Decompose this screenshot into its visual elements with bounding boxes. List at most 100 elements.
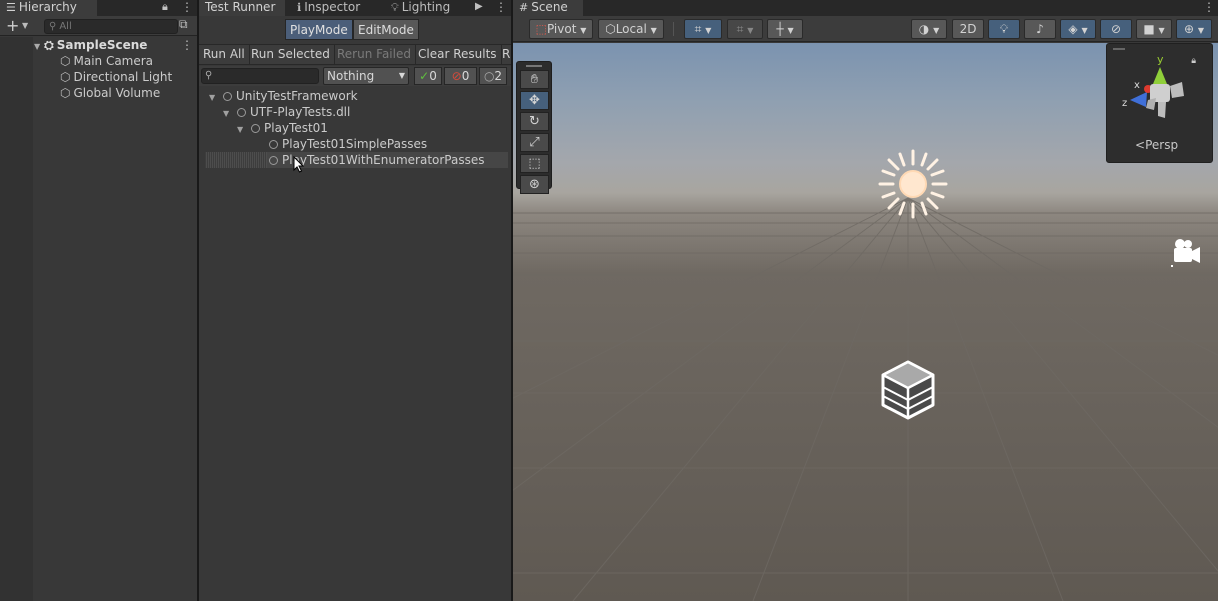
test-search-input[interactable]: ⚲	[201, 68, 319, 84]
camera-icon: ■	[1143, 22, 1154, 36]
playmode-toggle[interactable]: PlayMode	[285, 19, 353, 40]
effects-dropdown[interactable]: ◈ ▼	[1060, 19, 1096, 39]
move-tool-button[interactable]: ✥	[520, 91, 549, 110]
rect-icon: ⬚	[528, 156, 540, 171]
search-input[interactable]: ⚲All	[44, 19, 178, 34]
chevron-down-icon: ▼	[399, 68, 405, 84]
failed-filter-toggle[interactable]: ⊘0	[444, 67, 477, 85]
expand-arrow-icon[interactable]: ▼	[223, 106, 237, 122]
row-stripe	[205, 152, 267, 168]
tab-scene[interactable]: #Scene	[513, 0, 583, 16]
directional-light-gizmo[interactable]	[877, 148, 949, 220]
test-node-root[interactable]: ▼UnityTestFramework	[209, 88, 358, 104]
orientation-gizmo-overlay: 🔒︎ y x z <Persp	[1106, 43, 1213, 163]
chevron-down-icon: ▼	[1081, 26, 1087, 35]
shading-mode-dropdown[interactable]: ◑ ▼	[911, 19, 947, 39]
grid-snap-button[interactable]: ⌗ ▼	[684, 19, 722, 39]
axis-y-label: y	[1157, 54, 1164, 66]
filter-toolbar: ⚲ Nothing ▼ ✓0 ⊘0 ○2	[199, 66, 511, 86]
tools-overlay: ✋︎ ✥ ↻ ⤢ ⬚ ⊛	[516, 61, 552, 189]
clear-results-button[interactable]: Clear Results	[414, 45, 502, 64]
rerun-failed-button[interactable]: Rerun Failed	[333, 45, 416, 64]
test-node-fixture[interactable]: ▼PlayTest01	[237, 120, 328, 136]
hierarchy-panel: ☰Hierarchy 🔒︎ ⋮ + ▼ ⚲All ⧉ ▼⛭SampleScene…	[0, 0, 197, 601]
add-button[interactable]: +	[6, 16, 19, 35]
hierarchy-gutter	[0, 37, 33, 601]
status-circle-icon	[251, 124, 260, 133]
ruler-button[interactable]: ┼ ▼	[767, 19, 803, 39]
snap-increment-button[interactable]: ⌗ ▼	[727, 19, 763, 39]
toolbar-separator	[673, 22, 674, 36]
run-all-button[interactable]: Run All	[199, 45, 250, 64]
search-icon: ⚲	[205, 69, 212, 83]
circle-icon: ○	[484, 69, 494, 83]
transform-tool-button[interactable]: ⊛	[520, 175, 549, 194]
chevron-down-icon: ▼	[933, 26, 939, 35]
hierarchy-item-main-camera[interactable]: ⬡Main Camera	[60, 53, 153, 69]
scene-toolbar: ⬚Pivot ▼ ⬡Local ▼ ⌗ ▼ ⌗ ▼ ┼ ▼ ◑ ▼ 2D 💡︎ …	[513, 16, 1218, 42]
overflow-button[interactable]: R	[498, 45, 511, 64]
hierarchy-item-global-volume[interactable]: ⬡Global Volume	[60, 85, 160, 101]
hierarchy-tabbar: ☰Hierarchy 🔒︎ ⋮	[0, 0, 197, 16]
local-dropdown[interactable]: ⬡Local ▼	[598, 19, 664, 39]
audio-toggle-button[interactable]: ♪	[1024, 19, 1056, 39]
kebab-menu-icon[interactable]: ⋮	[495, 0, 507, 14]
layers-icon: ◈	[1068, 22, 1077, 36]
editmode-toggle[interactable]: EditMode	[353, 19, 419, 40]
tab-test-runner[interactable]: Test Runner	[199, 0, 285, 16]
drag-handle-icon[interactable]	[1113, 48, 1125, 50]
tab-hierarchy[interactable]: ☰Hierarchy	[0, 0, 97, 16]
run-selected-button[interactable]: Run Selected	[247, 45, 335, 64]
ruler-icon: ┼	[776, 22, 783, 36]
kebab-menu-icon[interactable]: ⋮	[1203, 0, 1215, 14]
mouse-cursor-icon	[293, 156, 305, 174]
toggle-2d-button[interactable]: 2D	[952, 19, 984, 39]
chevron-down-icon[interactable]: ▼	[22, 21, 28, 30]
chevron-down-icon: ▼	[1198, 26, 1204, 35]
tab-inspector[interactable]: ℹInspector	[291, 0, 366, 16]
play-arrow-icon[interactable]: ▶	[475, 1, 483, 12]
test-tree: ▼UnityTestFramework ▼UTF-PlayTests.dll ▼…	[199, 88, 511, 601]
test-node-assembly[interactable]: ▼UTF-PlayTests.dll	[223, 104, 350, 120]
expand-arrow-icon[interactable]: ▼	[34, 42, 40, 51]
rect-tool-button[interactable]: ⬚	[520, 154, 549, 173]
hierarchy-item-directional-light[interactable]: ⬡Directional Light	[60, 69, 172, 85]
hand-tool-button[interactable]: ✋︎	[520, 70, 549, 89]
passed-filter-toggle[interactable]: ✓0	[414, 67, 442, 85]
drag-handle-icon[interactable]	[526, 65, 542, 67]
info-icon: ℹ	[297, 0, 301, 15]
pivot-dropdown[interactable]: ⬚Pivot ▼	[529, 19, 593, 39]
visibility-toggle-button[interactable]: ⊘	[1100, 19, 1132, 39]
kebab-menu-icon[interactable]: ⋮	[181, 0, 193, 14]
perspective-icon: <	[1135, 138, 1145, 152]
scene-visibility-icon[interactable]: ⧉	[179, 17, 188, 32]
perspective-label[interactable]: <Persp	[1135, 138, 1178, 152]
camera-dropdown[interactable]: ■ ▼	[1136, 19, 1172, 39]
pivot-icon: ⬚	[536, 22, 547, 36]
scale-tool-button[interactable]: ⤢	[520, 133, 549, 152]
axis-gizmo[interactable]: y x z	[1120, 54, 1200, 129]
fail-circle-icon: ⊘	[452, 69, 462, 83]
gameobject-cube-icon: ⬡	[60, 54, 70, 68]
scene-root-item[interactable]: ▼⛭SampleScene	[34, 37, 147, 53]
expand-arrow-icon[interactable]: ▼	[237, 122, 251, 138]
hierarchy-toolbar: + ▼ ⚲All ⧉	[0, 16, 197, 36]
camera-gizmo-icon[interactable]	[1169, 235, 1203, 271]
lock-icon[interactable]: 🔒︎	[162, 0, 168, 14]
hidden-eye-icon: ⊘	[1111, 22, 1121, 36]
gizmos-dropdown[interactable]: ⊕ ▼	[1176, 19, 1212, 39]
scene-menu-icon[interactable]: ⋮	[181, 38, 193, 52]
shading-sphere-icon: ◑	[919, 22, 929, 36]
test-runner-panel: Test Runner ℹInspector 💡︎Lighting ▶ ⋮ Pl…	[199, 0, 511, 601]
run-toolbar: Run All Run Selected Rerun Failed Clear …	[199, 44, 511, 65]
tab-lighting[interactable]: 💡︎Lighting	[385, 0, 456, 16]
expand-arrow-icon[interactable]: ▼	[209, 90, 223, 106]
rotate-tool-button[interactable]: ↻	[520, 112, 549, 131]
test-node-simple-passes[interactable]: PlayTest01SimplePasses	[269, 136, 427, 152]
snap-grid-icon: ⌗	[737, 22, 744, 36]
gameobject-cube-icon: ⬡	[60, 70, 70, 84]
category-filter-dropdown[interactable]: Nothing ▼	[323, 67, 409, 85]
lighting-toggle-button[interactable]: 💡︎	[988, 19, 1020, 39]
volume-cube-gizmo[interactable]	[879, 359, 937, 421]
skipped-filter-toggle[interactable]: ○2	[479, 67, 507, 85]
